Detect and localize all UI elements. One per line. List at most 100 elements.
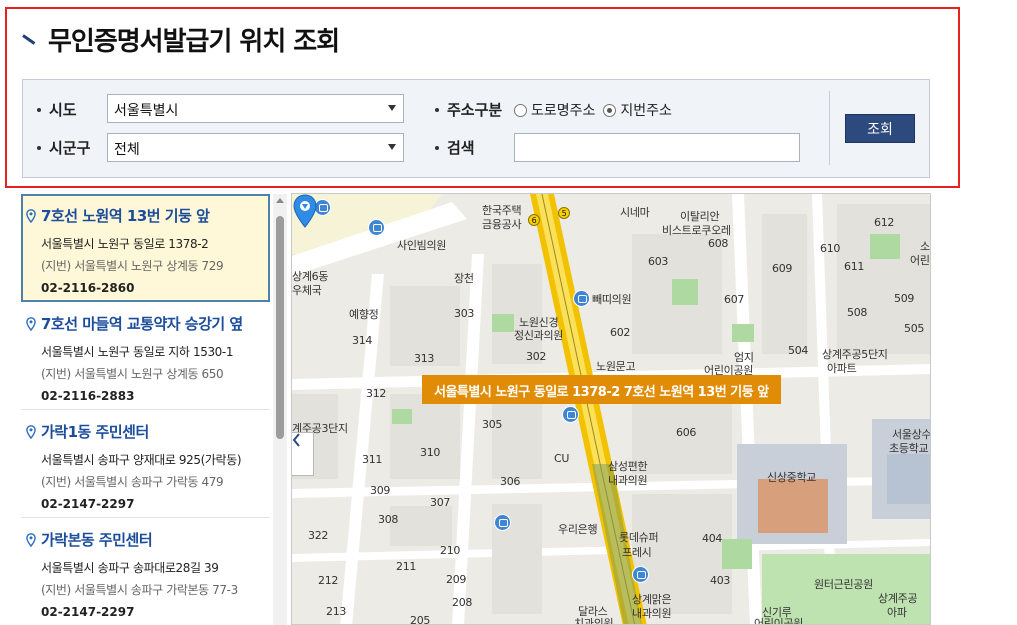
- map-label: 내과의원: [608, 474, 648, 487]
- location-pin-icon: [26, 208, 36, 223]
- bus-stop-icon[interactable]: [632, 566, 649, 583]
- map-label: 노원문고: [596, 360, 636, 373]
- location-pin-icon: [26, 424, 36, 439]
- block-number: 322: [308, 529, 329, 542]
- chevron-down-icon: [388, 105, 396, 111]
- search-button[interactable]: 조회: [845, 114, 915, 143]
- item-road-address: 서울특별시 송파구 양재대로 925(가락동): [41, 453, 242, 467]
- map-label: 사인빔의원: [397, 239, 447, 252]
- list-item[interactable]: 7호선 마들역 교통약자 승강기 옆 서울특별시 노원구 동일로 지하 1530…: [21, 302, 270, 410]
- block-number: 606: [676, 426, 697, 439]
- page-title-text: 무인증명서발급기 위치 조회: [48, 26, 340, 57]
- bus-stop-icon[interactable]: [562, 406, 579, 423]
- subway-line-badge: 6: [528, 214, 540, 226]
- collapse-list-button[interactable]: [292, 432, 314, 476]
- block-number: 403: [710, 574, 731, 587]
- item-road-address: 서울특별시 송파구 송파대로28길 39: [41, 561, 219, 575]
- search-form: 시도 서울특별시 시군구 전체 주소구분 도로명주소 지번주소 검색 조회: [22, 79, 930, 178]
- block-number: 212: [318, 574, 339, 587]
- item-name[interactable]: 7호선 마들역 교통약자 승강기 옆: [26, 313, 270, 334]
- block-number: 508: [847, 306, 868, 319]
- map-label: 우체국: [292, 284, 322, 297]
- address-type-label: 주소구분: [435, 99, 502, 120]
- list-item[interactable]: 가락1동 주민센터 서울특별시 송파구 양재대로 925(가락동) (지번) 서…: [21, 410, 270, 518]
- block-number: 311: [362, 453, 383, 466]
- block-number: 211: [396, 560, 417, 573]
- page-title: 무인증명서발급기 위치 조회: [22, 22, 340, 57]
- map-label: 우리은행: [558, 523, 598, 536]
- map-label: 어린이공원: [754, 617, 804, 625]
- block-number: 602: [610, 326, 631, 339]
- block-number: 313: [414, 352, 435, 365]
- map-label: 소: [920, 240, 930, 253]
- radio-road-address[interactable]: [514, 103, 527, 117]
- block-number: 209: [446, 573, 467, 586]
- block-number: 303: [454, 307, 475, 320]
- map-view[interactable]: 한국주택 금융공사 시네마 이탈리안 비스트로쿠오레 사인빔의원 장천 상계6동…: [291, 193, 931, 625]
- block-number: 505: [904, 322, 925, 335]
- scroll-thumb[interactable]: [276, 216, 284, 439]
- item-name[interactable]: 가락본동 주민센터: [26, 529, 270, 550]
- bus-stop-icon[interactable]: [573, 290, 590, 307]
- bus-stop-icon[interactable]: [494, 514, 511, 531]
- block-number: 509: [894, 292, 915, 305]
- map-label: 금융공사: [482, 218, 522, 231]
- block-number: 611: [844, 260, 865, 273]
- map-label: 신상중학교: [767, 471, 817, 484]
- map-label: CU: [554, 452, 570, 465]
- block-number: 213: [326, 605, 347, 618]
- item-jibun-address: (지번) 서울특별시 노원구 상계동 650: [41, 367, 224, 381]
- map-marker-icon[interactable]: [292, 194, 318, 228]
- item-name[interactable]: 7호선 노원역 13번 기둥 앞: [26, 205, 268, 226]
- item-phone: 02-2147-2297: [41, 497, 135, 511]
- bus-stop-icon[interactable]: [368, 219, 385, 236]
- map-label: 비스트로쿠오레: [662, 224, 731, 237]
- item-phone: 02-2147-2297: [41, 605, 135, 619]
- block-number: 205: [410, 614, 431, 625]
- map-label: 원터근린공원: [814, 578, 873, 591]
- list-item[interactable]: 7호선 노원역 13번 기둥 앞 서울특별시 노원구 동일로 1378-2 (지…: [21, 194, 270, 302]
- block-number: 309: [370, 484, 391, 497]
- block-number: 314: [352, 334, 373, 347]
- item-phone: 02-2116-2860: [41, 281, 135, 295]
- item-name[interactable]: 가락1동 주민센터: [26, 421, 270, 442]
- radio-road-address-label[interactable]: 도로명주소: [531, 100, 595, 120]
- chevron-down-icon: [388, 144, 396, 150]
- keyword-input[interactable]: [514, 133, 800, 162]
- title-mark-icon: [22, 32, 38, 46]
- map-label: 아파트: [827, 362, 857, 375]
- result-list-scrollbar[interactable]: [273, 194, 287, 625]
- map-label: 아파: [887, 606, 907, 619]
- map-label: 어린: [910, 254, 930, 267]
- block-number: 312: [366, 387, 387, 400]
- block-number: 607: [724, 293, 745, 306]
- radio-jibun-address-label[interactable]: 지번주소: [620, 100, 672, 120]
- block-number: 610: [820, 242, 841, 255]
- block-number: 612: [874, 216, 895, 229]
- sido-select[interactable]: 서울특별시: [107, 94, 404, 123]
- result-list: 7호선 노원역 13번 기둥 앞 서울특별시 노원구 동일로 1378-2 (지…: [21, 194, 270, 625]
- block-number: 404: [702, 532, 723, 545]
- map-label: 빼띠의원: [592, 293, 632, 306]
- sido-label: 시도: [37, 99, 77, 120]
- map-label: 롯데슈퍼: [619, 531, 659, 544]
- location-pin-icon: [26, 316, 36, 331]
- map-canvas[interactable]: [292, 194, 931, 625]
- block-number: 210: [440, 544, 461, 557]
- block-number: 305: [482, 418, 503, 431]
- scroll-up-arrow-icon[interactable]: [276, 198, 284, 203]
- radio-jibun-address[interactable]: [603, 103, 617, 117]
- block-number: 603: [648, 255, 669, 268]
- list-item[interactable]: 가락본동 주민센터 서울특별시 송파구 송파대로28길 39 (지번) 서울특별…: [21, 518, 270, 625]
- sigungu-select[interactable]: 전체: [107, 133, 404, 162]
- item-phone: 02-2116-2883: [41, 389, 135, 403]
- map-popup: 서울특별시 노원구 동일로 1378-2 7호선 노원역 13번 기둥 앞: [422, 375, 781, 404]
- sigungu-label: 시군구: [37, 137, 90, 158]
- block-number: 608: [708, 237, 729, 250]
- map-label: 초등학교: [889, 442, 929, 455]
- keyword-label: 검색: [435, 137, 475, 158]
- map-label: 시네마: [620, 206, 650, 219]
- block-number: 504: [788, 344, 809, 357]
- block-number: 308: [378, 513, 399, 526]
- item-jibun-address: (지번) 서울특별시 노원구 상계동 729: [41, 259, 224, 273]
